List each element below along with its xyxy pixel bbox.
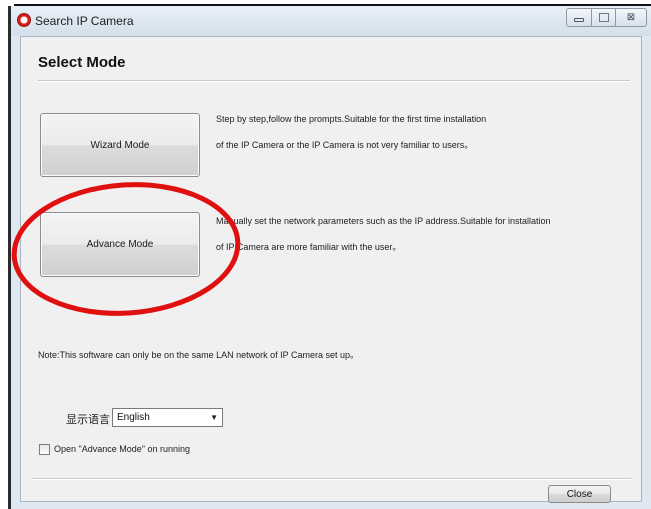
wizard-mode-button[interactable]: Wizard Mode <box>40 113 200 177</box>
advance-description-line-1: Manually set the network parameters such… <box>216 216 551 226</box>
heading-divider <box>38 80 630 82</box>
open-advance-mode-label[interactable]: Open "Advance Mode" on running <box>54 444 190 454</box>
advance-mode-button[interactable]: Advance Mode <box>40 212 200 277</box>
window-close-button[interactable]: ⊠ <box>616 8 647 27</box>
wizard-mode-label: Wizard Mode <box>90 139 150 151</box>
window-title: Search IP Camera <box>35 14 134 28</box>
close-button[interactable]: Close <box>548 485 611 503</box>
page-title: Select Mode <box>38 54 126 71</box>
language-selected-value: English <box>117 412 150 423</box>
minimize-button[interactable] <box>566 8 592 27</box>
chevron-down-icon: ▼ <box>210 413 218 422</box>
wizard-description-line-1: Step by step,follow the prompts.Suitable… <box>216 114 487 124</box>
dialog-body: Select Mode Wizard Mode Step by step,fol… <box>20 36 642 503</box>
advance-mode-label: Advance Mode <box>86 239 154 250</box>
open-advance-mode-checkbox[interactable] <box>39 444 50 455</box>
network-note: Note:This software can only be on the sa… <box>38 350 359 360</box>
language-select[interactable]: English ▼ <box>112 408 223 427</box>
camera-app-icon <box>17 13 31 27</box>
advance-description-line-2: of IP Camera are more familiar with the … <box>216 242 402 252</box>
title-bar: Search IP Camera ⊠ <box>11 6 651 36</box>
footer-divider <box>31 478 631 480</box>
language-label: 显示语言 <box>66 414 110 426</box>
maximize-button[interactable] <box>592 8 616 27</box>
minimize-icon <box>574 17 584 22</box>
maximize-icon <box>598 13 609 22</box>
search-ip-camera-window: Search IP Camera ⊠ Select Mode Wizard Mo… <box>11 6 651 509</box>
close-button-label: Close <box>566 488 593 500</box>
wizard-description-line-2: of the IP Camera or the IP Camera is not… <box>216 140 474 150</box>
close-icon: ⊠ <box>626 12 636 23</box>
